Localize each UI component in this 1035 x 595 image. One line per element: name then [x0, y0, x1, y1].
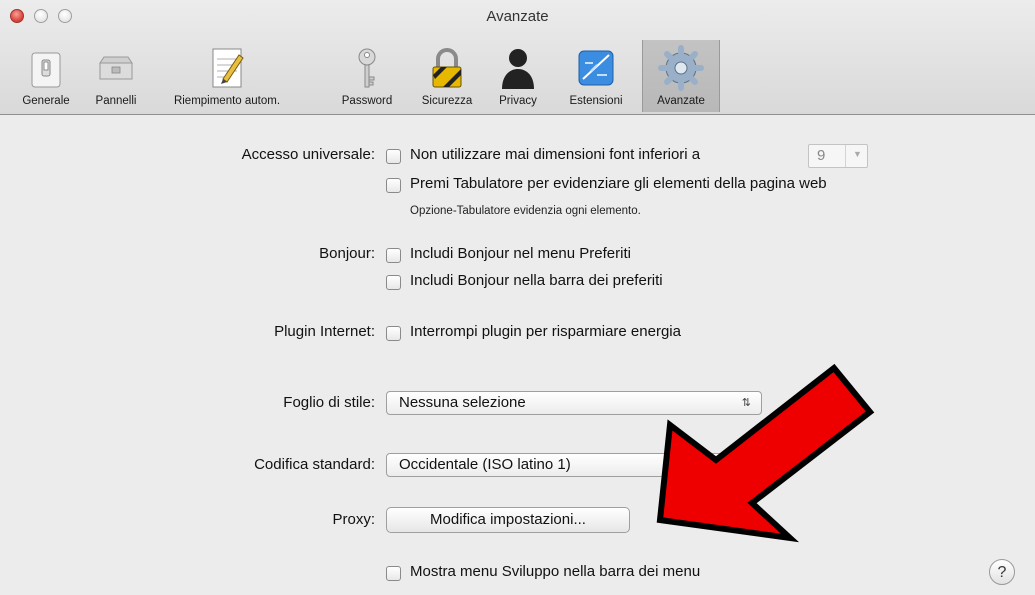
preferences-window: Avanzate Generale Pannelli Riempimento a… — [0, 0, 1035, 595]
red-arrow-icon — [656, 363, 875, 543]
annotation-arrow — [656, 363, 875, 543]
